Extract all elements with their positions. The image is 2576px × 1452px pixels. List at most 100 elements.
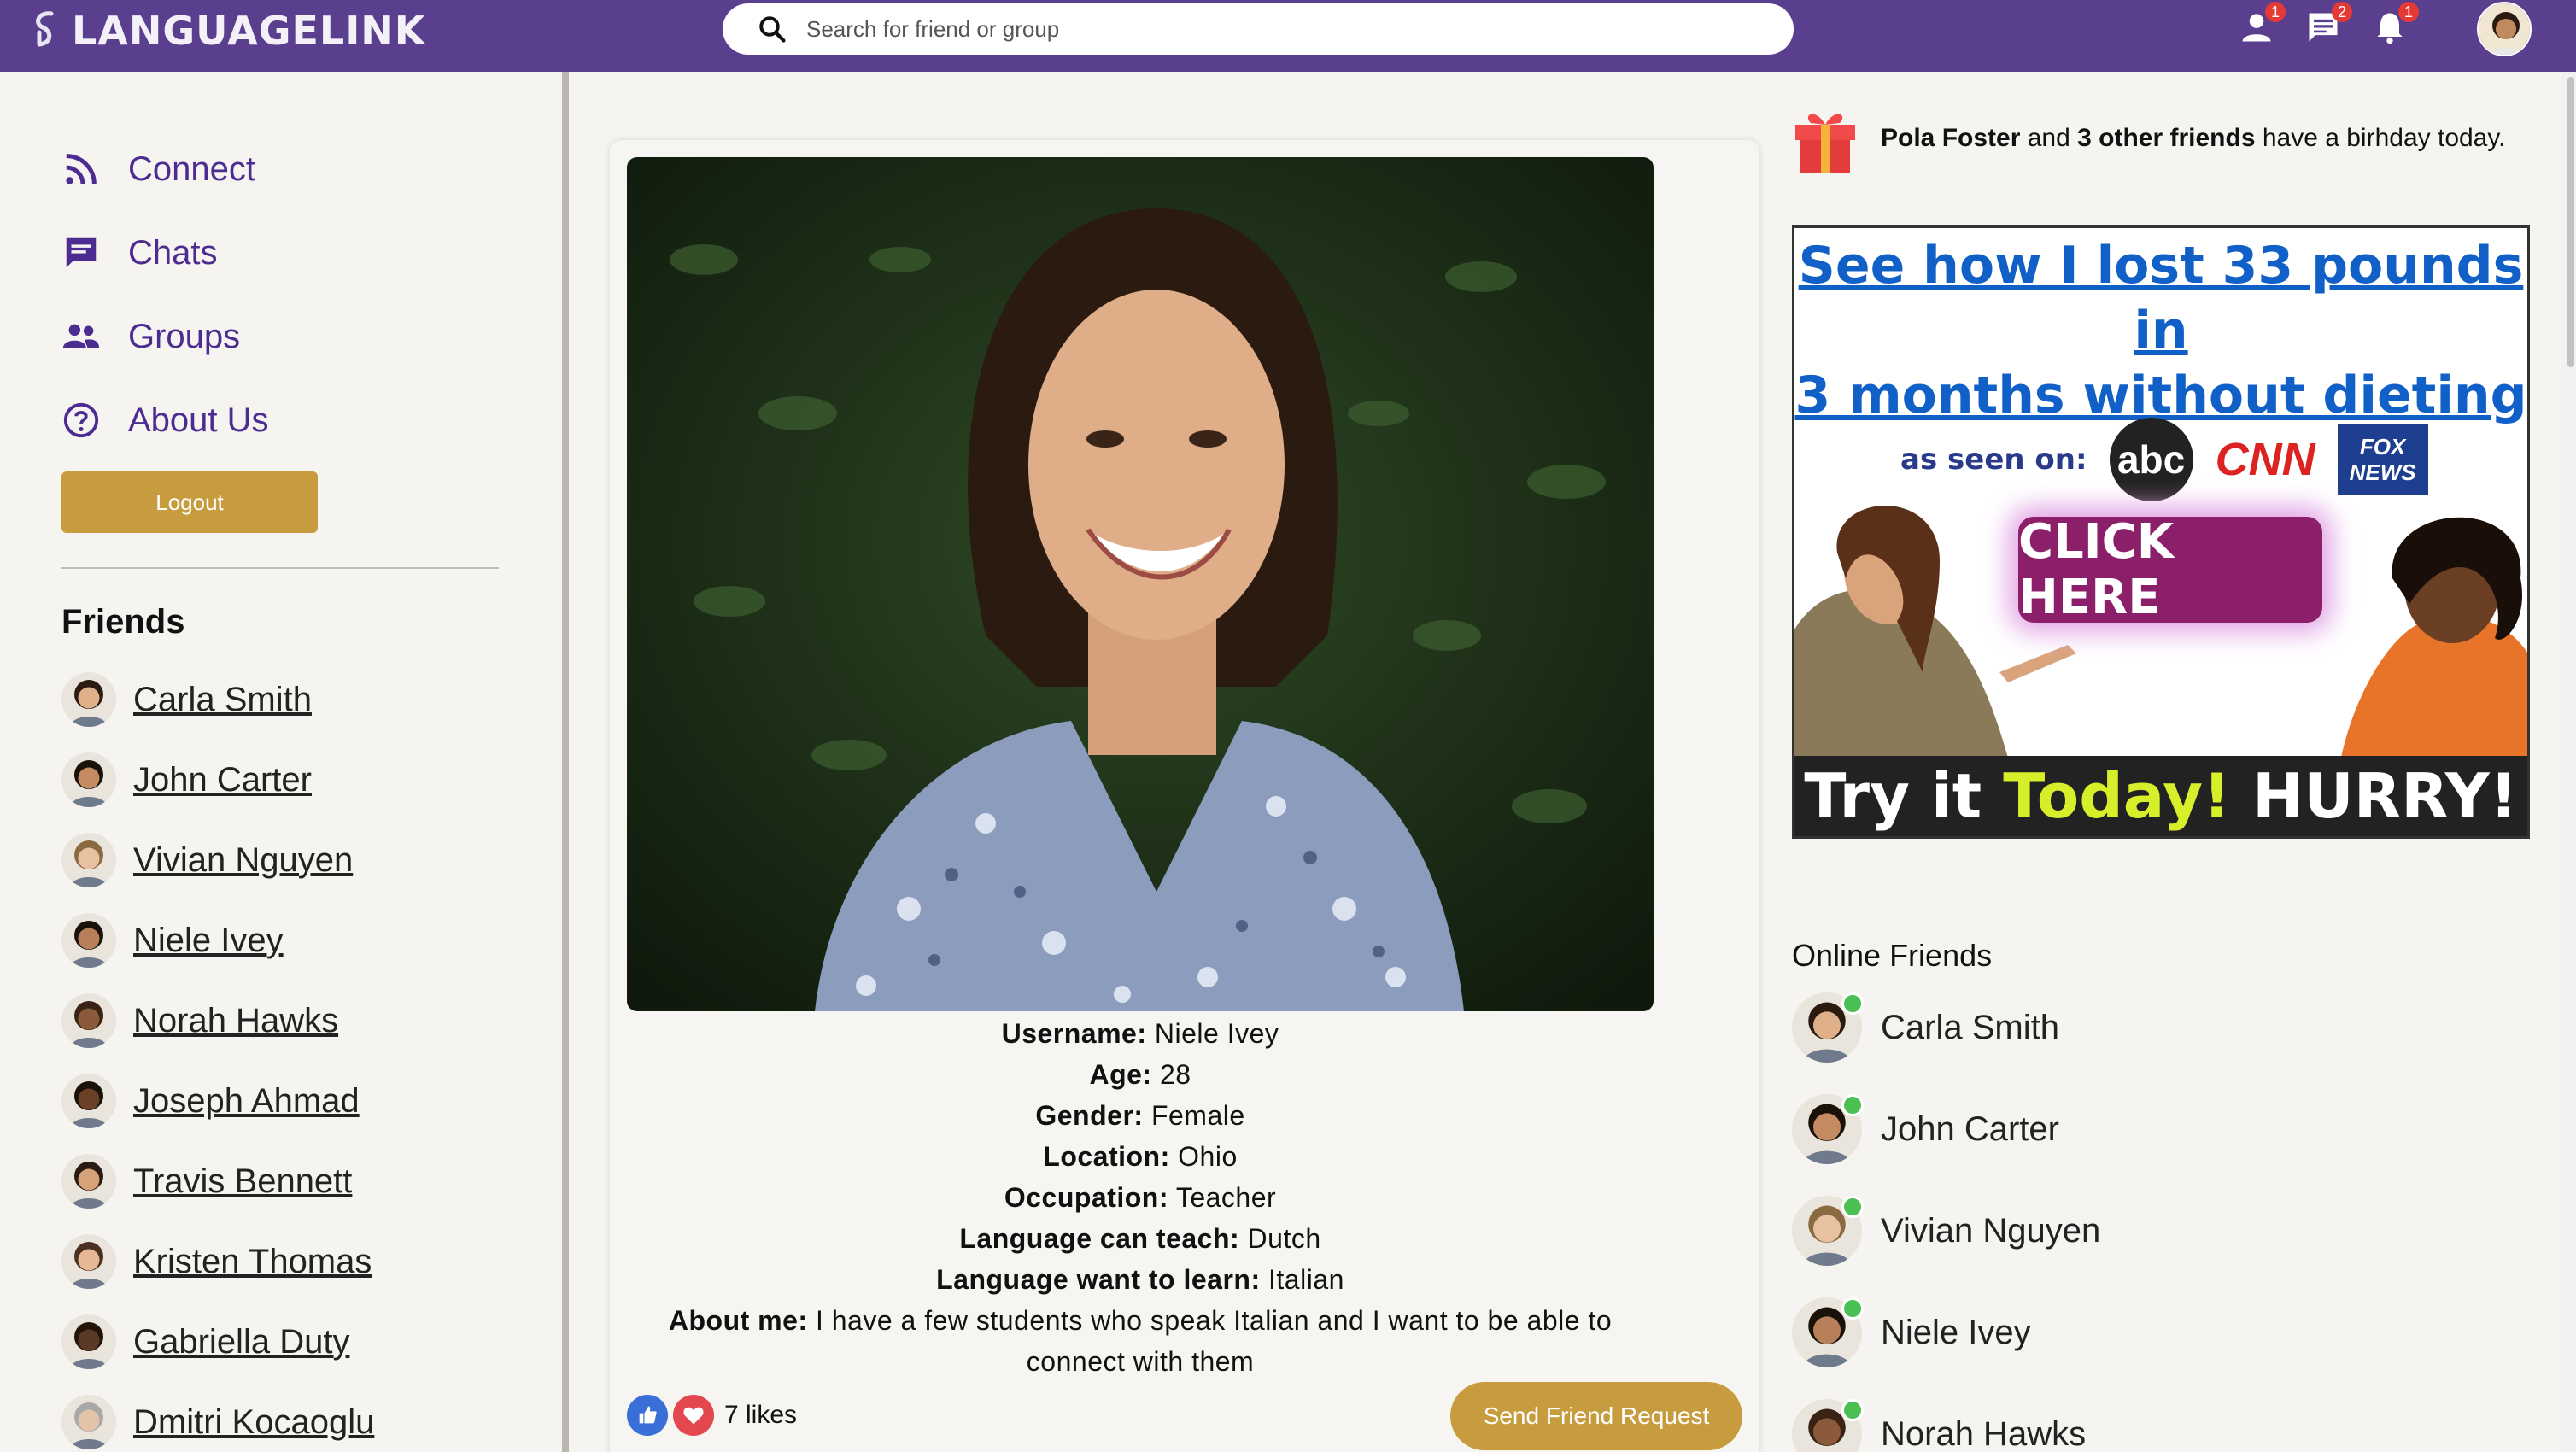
profile-can-teach-row: Language can teach: Dutch (627, 1218, 1654, 1259)
sidebar-friend-item[interactable]: Dmitri Kocaoglu (61, 1392, 374, 1452)
user-avatar[interactable] (2477, 2, 2532, 56)
sidebar-friend-item[interactable]: Carla Smith (61, 670, 312, 729)
logout-button[interactable]: Logout (61, 471, 318, 533)
friend-avatar[interactable] (61, 913, 116, 968)
location-value: Ohio (1178, 1141, 1238, 1172)
age-value: 28 (1159, 1059, 1191, 1090)
online-friend-item[interactable]: Norah Hawks (1792, 1397, 2086, 1452)
nav-chats[interactable]: Chats (61, 227, 218, 278)
sidebar-friend-item[interactable]: Kristen Thomas (61, 1232, 372, 1291)
sidebar: Connect Chats Groups About Us Logout Fri… (0, 72, 569, 1452)
online-status-dot (1841, 992, 1864, 1015)
birthday-others[interactable]: 3 other friends (2077, 124, 2255, 152)
top-bar: LANGUAGELINK 1 2 1 (0, 0, 2576, 72)
friend-name-link[interactable]: Kristen Thomas (133, 1243, 372, 1281)
friend-name-link[interactable]: Joseph Ahmad (133, 1082, 360, 1121)
thumbs-up-icon[interactable] (627, 1395, 668, 1436)
search-bar[interactable] (723, 3, 1794, 55)
birthday-name[interactable]: Pola Foster (1881, 124, 2020, 152)
friend-name-link[interactable]: Travis Bennett (133, 1162, 352, 1201)
friend-name-link[interactable]: Gabriella Duty (133, 1323, 349, 1361)
about-value: I have a few students who speak Italian … (815, 1305, 1613, 1377)
sidebar-friend-item[interactable]: Niele Ivey (61, 910, 284, 970)
heart-icon[interactable] (673, 1395, 714, 1436)
group-icon (62, 324, 100, 348)
search-input[interactable] (806, 15, 1660, 43)
want-learn-label: Language want to learn: (936, 1264, 1261, 1295)
online-friend-name[interactable]: John Carter (1881, 1110, 2059, 1149)
friend-avatar[interactable] (61, 1154, 116, 1209)
ad-bottom-try: Try it (1804, 760, 1982, 832)
search-icon[interactable] (757, 14, 787, 44)
notifications-badge: 1 (2398, 2, 2419, 22)
online-friend-name[interactable]: Niele Ivey (1881, 1314, 2031, 1352)
friend-avatar[interactable] (61, 833, 116, 887)
online-friend-item[interactable]: Niele Ivey (1792, 1296, 2031, 1369)
nav-about-us[interactable]: About Us (61, 395, 269, 446)
occupation-label: Occupation: (1004, 1182, 1168, 1213)
friend-avatar[interactable] (61, 1074, 116, 1128)
birthday-notice: Pola Foster and 3 other friends have a b… (1792, 102, 2505, 174)
online-friend-avatar[interactable] (1792, 1297, 1864, 1367)
send-friend-request-button[interactable]: Send Friend Request (1450, 1382, 1742, 1450)
online-friend-item[interactable]: Carla Smith (1792, 991, 2059, 1064)
ad-click-here-button[interactable]: CLICK HERE (2018, 514, 2322, 625)
sidebar-friend-item[interactable]: Travis Bennett (61, 1151, 352, 1211)
friend-name-link[interactable]: John Carter (133, 761, 312, 799)
online-friend-name[interactable]: Vivian Nguyen (1881, 1212, 2100, 1250)
online-friend-item[interactable]: John Carter (1792, 1092, 2059, 1166)
username-label: Username: (1001, 1018, 1147, 1049)
birthday-and: and (2027, 124, 2070, 152)
sidebar-friend-item[interactable]: Vivian Nguyen (61, 830, 353, 890)
sidebar-friend-item[interactable]: John Carter (61, 750, 312, 810)
sidebar-friend-item[interactable]: Joseph Ahmad (61, 1071, 360, 1131)
online-friend-avatar[interactable] (1792, 1094, 1864, 1164)
friends-heading: Friends (61, 603, 185, 641)
notifications-button[interactable]: 1 (2371, 2, 2419, 46)
profile-age-row: Age: 28 (627, 1054, 1654, 1095)
online-friend-item[interactable]: Vivian Nguyen (1792, 1194, 2100, 1268)
advertisement-banner[interactable]: See how I lost 33 pounds in 3 months wit… (1792, 225, 2530, 839)
friend-name-link[interactable]: Norah Hawks (133, 1002, 338, 1040)
ad-bottom-hurry: HURRY! (2252, 760, 2518, 832)
ad-bottom-today: Today! (2003, 760, 2231, 832)
scrollbar-thumb[interactable] (2567, 77, 2574, 367)
sidebar-friend-item[interactable]: Gabriella Duty (61, 1312, 349, 1372)
profile-occupation-row: Occupation: Teacher (627, 1177, 1654, 1218)
friend-name-link[interactable]: Niele Ivey (133, 922, 284, 960)
gift-icon (1795, 114, 1855, 173)
messages-button[interactable]: 2 (2304, 2, 2352, 46)
friend-avatar[interactable] (61, 1395, 116, 1449)
friend-avatar[interactable] (61, 1314, 116, 1369)
online-friend-avatar[interactable] (1792, 1196, 1864, 1266)
nav-connect[interactable]: Connect (61, 143, 255, 195)
avatar-image (2479, 3, 2530, 55)
online-friend-name[interactable]: Norah Hawks (1881, 1415, 2086, 1452)
friend-name-link[interactable]: Dmitri Kocaoglu (133, 1403, 374, 1442)
ad-headline[interactable]: See how I lost 33 pounds in 3 months wit… (1794, 233, 2527, 428)
friend-requests-badge: 1 (2265, 2, 2286, 22)
friend-name-link[interactable]: Vivian Nguyen (133, 841, 353, 880)
friend-name-link[interactable]: Carla Smith (133, 681, 312, 719)
sidebar-friend-item[interactable]: Norah Hawks (61, 991, 338, 1051)
likes-count: 7 likes (724, 1401, 798, 1429)
online-friend-avatar[interactable] (1792, 992, 1864, 1063)
nav-chats-label: Chats (128, 233, 218, 272)
profile-gender-row: Gender: Female (627, 1095, 1654, 1136)
friend-avatar[interactable] (61, 993, 116, 1048)
friend-avatar[interactable] (61, 1234, 116, 1289)
friend-avatar[interactable] (61, 752, 116, 807)
profile-want-learn-row: Language want to learn: Italian (627, 1259, 1654, 1300)
nav-groups[interactable]: Groups (61, 311, 240, 362)
online-friend-avatar[interactable] (1792, 1399, 1864, 1452)
online-friend-name[interactable]: Carla Smith (1881, 1009, 2059, 1047)
app-logo[interactable]: LANGUAGELINK (26, 5, 425, 56)
chat-icon (66, 237, 97, 268)
nav-groups-label: Groups (128, 317, 241, 355)
friend-avatar[interactable] (61, 672, 116, 727)
help-circle-icon (63, 402, 99, 438)
ad-bottom-banner: Try it Today! HURRY! (1794, 756, 2527, 836)
friend-requests-button[interactable]: 1 (2238, 2, 2286, 46)
online-status-dot (1841, 1196, 1864, 1218)
age-label: Age: (1089, 1059, 1152, 1090)
